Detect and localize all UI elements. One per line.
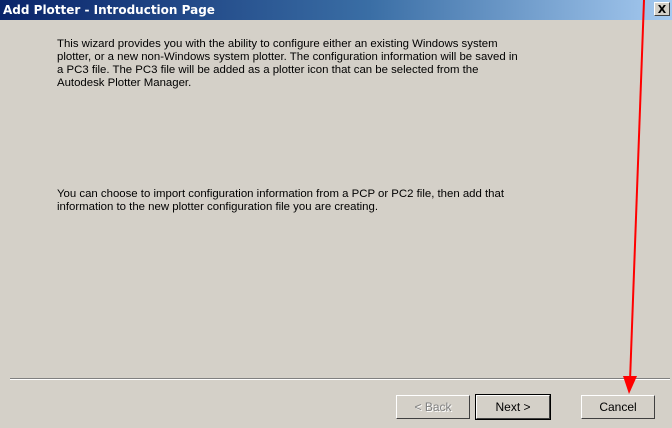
intro-paragraph-2: You can choose to import configuration i…: [57, 188, 505, 213]
next-button[interactable]: Next >: [475, 394, 551, 420]
annotation-arrow-line: [629, 0, 645, 382]
cancel-button[interactable]: Cancel: [581, 395, 655, 419]
back-button[interactable]: < Back: [396, 395, 470, 419]
intro-paragraph-1: This wizard provides you with the abilit…: [57, 38, 518, 89]
close-icon: X: [657, 3, 667, 16]
window-title: Add Plotter - Introduction Page: [3, 3, 215, 17]
button-separator: [10, 378, 670, 380]
close-button[interactable]: X: [654, 2, 670, 16]
title-bar: Add Plotter - Introduction Page X: [0, 0, 672, 20]
